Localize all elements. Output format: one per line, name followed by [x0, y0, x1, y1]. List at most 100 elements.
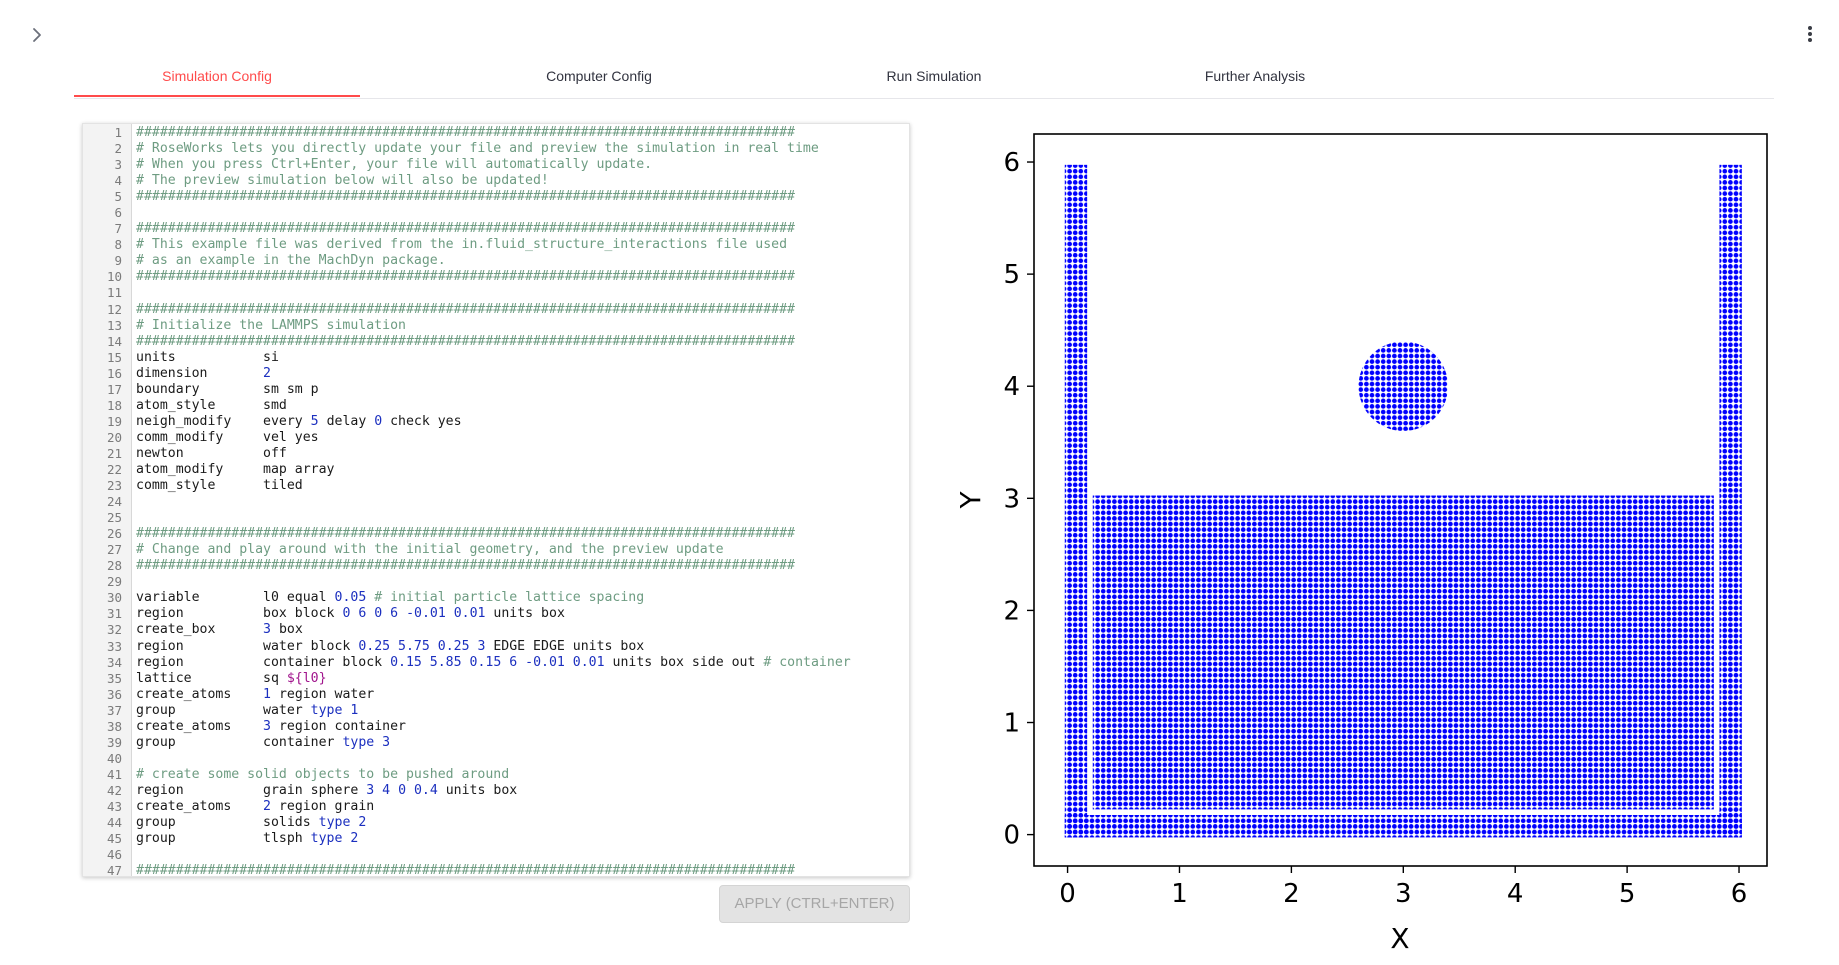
code-editor[interactable]: 1 #######################################…: [82, 123, 910, 877]
line-number: 41: [106, 766, 122, 782]
code-line[interactable]: 39 group container type 3: [83, 735, 909, 751]
code-line[interactable]: 11: [83, 285, 909, 301]
code-line[interactable]: 29: [83, 574, 909, 590]
code-text: units si: [136, 349, 279, 365]
code-line[interactable]: 32 create_box 3 box: [83, 622, 909, 638]
code-line[interactable]: 27 # Change and play around with the init…: [83, 542, 909, 558]
line-number: 42: [106, 782, 122, 798]
x-tick-label: 3: [1395, 879, 1412, 909]
tab-run-simulation[interactable]: Run Simulation: [814, 62, 1054, 97]
line-number: 31: [106, 606, 122, 622]
code-line[interactable]: 26 ######################################…: [83, 526, 909, 542]
code-line[interactable]: 37 group water type 1: [83, 703, 909, 719]
line-number: 14: [106, 333, 122, 349]
code-text: atom_modify map array: [136, 461, 335, 477]
line-number: 47: [106, 863, 122, 877]
code-line[interactable]: 9 # as an example in the MachDyn package.: [83, 253, 909, 269]
code-text: atom_style smd: [136, 397, 287, 413]
code-line[interactable]: 33 region water block 0.25 5.75 0.25 3 ED…: [83, 639, 909, 655]
line-number: 15: [106, 349, 122, 365]
code-line[interactable]: 10 ######################################…: [83, 269, 909, 285]
line-number: 36: [106, 686, 122, 702]
y-tick-label: 2: [1003, 596, 1020, 626]
code-line[interactable]: 2 # RoseWorks lets you directly update yo…: [83, 141, 909, 157]
code-line[interactable]: 3 # When you press Ctrl+Enter, your file …: [83, 157, 909, 173]
code-text: newton off: [136, 445, 287, 461]
code-line[interactable]: 25: [83, 510, 909, 526]
code-line[interactable]: 1 #######################################…: [83, 125, 909, 141]
line-number: 40: [106, 750, 122, 766]
code-line[interactable]: 30 variable l0 equal 0.05 # initial parti…: [83, 590, 909, 606]
code-text: group solids type 2: [136, 815, 367, 831]
code-text: lattice sq ${l0}: [136, 670, 327, 686]
code-text: region grain sphere 3 4 0 0.4 units box: [136, 782, 518, 798]
sidebar-toggle[interactable]: [26, 24, 48, 46]
code-text: comm_modify vel yes: [136, 429, 319, 445]
line-number: 12: [106, 301, 122, 317]
code-line[interactable]: 44 group solids type 2: [83, 815, 909, 831]
y-tick-label: 1: [1003, 709, 1020, 739]
code-line[interactable]: 28 ######################################…: [83, 558, 909, 574]
main-menu-button[interactable]: [1803, 24, 1817, 46]
code-text: group container type 3: [136, 734, 391, 750]
code-text: create_atoms 1 region water: [136, 686, 375, 702]
code-text: ########################################…: [136, 189, 795, 205]
code-text: group tlsph type 2: [136, 831, 359, 847]
particle-region-container-floor: [1064, 814, 1742, 838]
line-number: 32: [106, 622, 122, 638]
line-number: 3: [114, 157, 122, 173]
code-line[interactable]: 20 comm_modify vel yes: [83, 430, 909, 446]
code-line[interactable]: 13 # Initialize the LAMMPS simulation: [83, 318, 909, 334]
code-line[interactable]: 43 create_atoms 2 region grain: [83, 799, 909, 815]
tab-computer-config[interactable]: Computer Config: [484, 62, 714, 97]
code-line[interactable]: 5 #######################################…: [83, 189, 909, 205]
code-line[interactable]: 24: [83, 494, 909, 510]
y-tick-label: 3: [1003, 484, 1020, 514]
code-text: ########################################…: [136, 125, 795, 140]
code-line[interactable]: 8 # This example file was derived from th…: [83, 237, 909, 253]
code-lines[interactable]: 1 #######################################…: [83, 124, 909, 877]
code-line[interactable]: 40: [83, 751, 909, 767]
line-number: 30: [106, 590, 122, 606]
code-line[interactable]: 16 dimension 2: [83, 366, 909, 382]
code-line[interactable]: 7 #######################################…: [83, 221, 909, 237]
code-line[interactable]: 46: [83, 847, 909, 863]
code-text: ########################################…: [136, 558, 795, 574]
tab-further-analysis[interactable]: Further Analysis: [1144, 62, 1366, 97]
apply-button[interactable]: APPLY (CTRL+ENTER): [719, 885, 910, 923]
code-line[interactable]: 22 atom_modify map array: [83, 462, 909, 478]
code-line[interactable]: 45 group tlsph type 2: [83, 831, 909, 847]
code-line[interactable]: 38 create_atoms 3 region container: [83, 719, 909, 735]
code-line[interactable]: 47 ######################################…: [83, 863, 909, 877]
line-number: 11: [106, 285, 122, 301]
x-tick-label: 5: [1619, 879, 1636, 909]
line-number: 39: [106, 734, 122, 750]
line-number: 43: [106, 798, 122, 814]
code-line[interactable]: 15 units si: [83, 350, 909, 366]
line-number: 26: [106, 526, 122, 542]
code-line[interactable]: 18 atom_style smd: [83, 398, 909, 414]
line-number: 45: [106, 831, 122, 847]
code-line[interactable]: 36 create_atoms 1 region water: [83, 687, 909, 703]
code-line[interactable]: 12 ######################################…: [83, 302, 909, 318]
x-tick-label: 6: [1731, 879, 1748, 909]
y-axis-label: Y: [954, 491, 987, 510]
code-text: comm_style tiled: [136, 478, 303, 494]
code-line[interactable]: 4 # The preview simulation below will als…: [83, 173, 909, 189]
code-text: ########################################…: [136, 221, 795, 237]
code-line[interactable]: 23 comm_style tiled: [83, 478, 909, 494]
code-line[interactable]: 35 lattice sq ${l0}: [83, 671, 909, 687]
line-number: 2: [114, 141, 122, 157]
code-line[interactable]: 17 boundary sm sm p: [83, 382, 909, 398]
code-text: # create some solid objects to be pushed…: [136, 766, 510, 782]
code-line[interactable]: 41 # create some solid objects to be push…: [83, 767, 909, 783]
code-line[interactable]: 34 region container block 0.15 5.85 0.15 …: [83, 655, 909, 671]
code-line[interactable]: 31 region box block 0 6 0 6 -0.01 0.01 un…: [83, 606, 909, 622]
code-line[interactable]: 19 neigh_modify every 5 delay 0 check yes: [83, 414, 909, 430]
code-line[interactable]: 6: [83, 205, 909, 221]
code-line[interactable]: 21 newton off: [83, 446, 909, 462]
code-line[interactable]: 14 ######################################…: [83, 334, 909, 350]
code-line[interactable]: 42 region grain sphere 3 4 0 0.4 units bo…: [83, 783, 909, 799]
line-number: 16: [106, 365, 122, 381]
tab-simulation-config[interactable]: Simulation Config: [74, 62, 360, 97]
